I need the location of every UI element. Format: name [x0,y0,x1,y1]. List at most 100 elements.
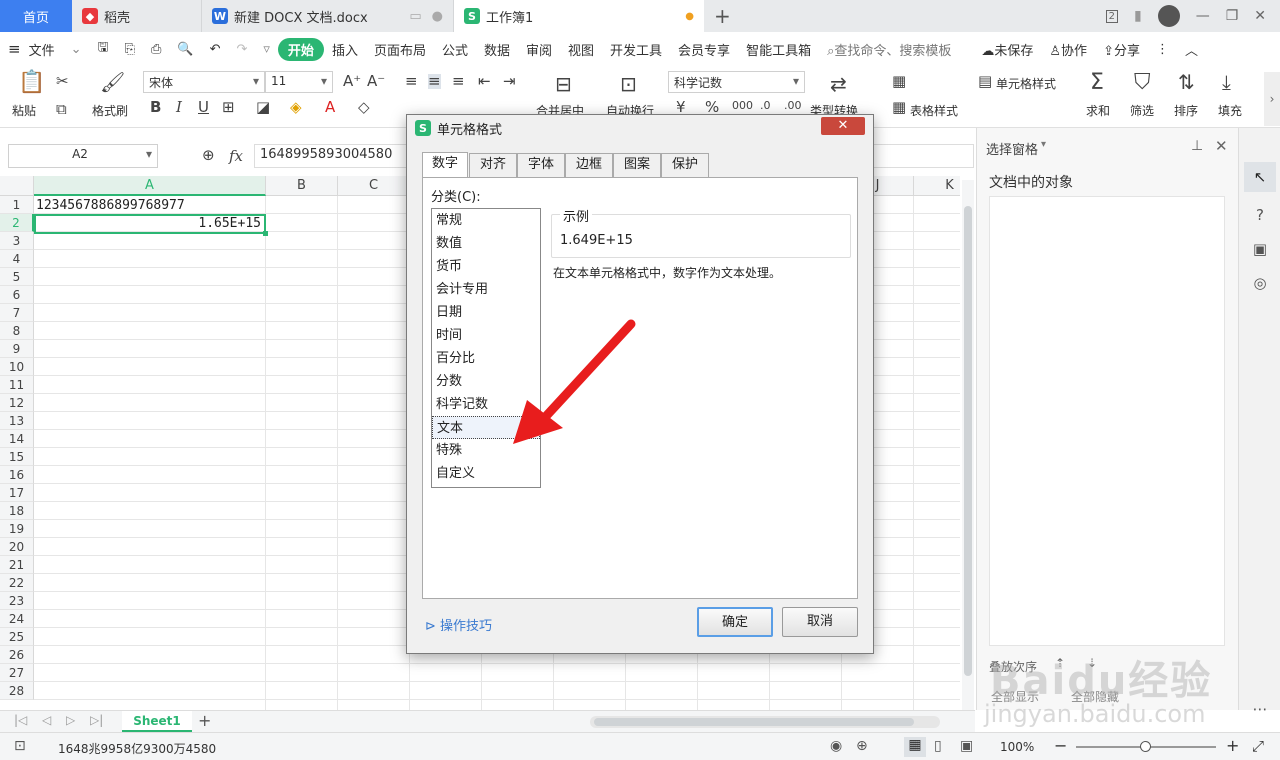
paste-icon[interactable]: 📋 [18,72,45,94]
column-header-a[interactable]: A [34,176,266,196]
redo-icon[interactable]: ↷ [228,42,255,57]
page-break-view-icon[interactable]: ▣ [960,738,973,754]
column-header-k[interactable]: K [914,176,960,196]
row-header-21[interactable]: 21 [0,556,34,574]
cond-format-icon[interactable]: ▦ [892,74,906,89]
objects-list[interactable] [989,196,1225,646]
location-icon[interactable]: ◎ [1244,268,1276,298]
indent-increase-icon[interactable]: ⇥ [503,74,516,89]
more-icon[interactable]: ⋯ [1244,700,1276,720]
category-item[interactable]: 自定义 [432,462,540,485]
category-item[interactable]: 会计专用 [432,278,540,301]
tab-home[interactable]: 首页 [0,0,72,32]
zoom-slider-thumb[interactable] [1140,741,1151,752]
category-item[interactable]: 数值 [432,232,540,255]
row-header-7[interactable]: 7 [0,304,34,322]
row-header-25[interactable]: 25 [0,628,34,646]
row-header-17[interactable]: 17 [0,484,34,502]
pane-title[interactable]: 选择窗格 [986,139,1038,158]
row-header-26[interactable]: 26 [0,646,34,664]
hamburger-icon[interactable]: ≡ [0,40,29,58]
tab-protection[interactable]: 保护 [661,153,709,177]
menu-view[interactable]: 视图 [560,40,602,59]
zoom-in-icon[interactable]: + [1226,736,1239,755]
menu-page-layout[interactable]: 页面布局 [366,40,434,59]
column-header-b[interactable]: B [266,176,338,196]
chevron-down-icon[interactable]: ⌄ [63,42,90,57]
font-color-icon[interactable]: A [325,100,335,115]
table-style-button[interactable]: 表格样式 [910,102,958,119]
horizontal-scrollbar[interactable] [590,716,940,728]
menu-insert[interactable]: 插入 [324,40,366,59]
tab-font[interactable]: 字体 [517,153,565,177]
prev-sheet-icon[interactable]: ◁ [42,713,51,727]
fill-color-icon[interactable]: ◈ [290,100,302,115]
minimize-icon[interactable]: — [1196,8,1210,24]
fill-button[interactable]: 填充 [1218,102,1242,119]
cell-style-icon[interactable]: ▤ [978,74,992,89]
share-button[interactable]: ⇪分享 [1095,40,1148,59]
filter-button[interactable]: 筛选 [1130,102,1154,119]
first-sheet-icon[interactable]: |◁ [14,713,27,727]
increase-font-icon[interactable]: A⁺ [343,74,361,89]
row-header-2[interactable]: 2 [0,214,34,232]
menu-dev-tools[interactable]: 开发工具 [602,40,670,59]
eye-protect-icon[interactable]: ◉ [830,738,842,754]
convert-icon[interactable]: ⇄ [830,74,847,94]
page-layout-view-icon[interactable]: ▯ [934,738,942,754]
row-header-24[interactable]: 24 [0,610,34,628]
fullscreen-icon[interactable]: ⤢ [1252,737,1264,755]
dialog-close-button[interactable]: ✕ [821,117,865,135]
fill-effect-icon[interactable]: ◪ [256,100,270,115]
font-size-select[interactable]: 11 ▾ [265,71,333,93]
quick-access-more-icon[interactable]: ▿ [255,42,278,57]
tab-docx[interactable]: W 新建 DOCX 文档.docx ▭ ● [202,0,454,32]
zoom-out-icon[interactable]: − [1054,736,1067,755]
cell-a1[interactable]: 1234567886899768977 [34,196,266,215]
row-header-9[interactable]: 9 [0,340,34,358]
last-sheet-icon[interactable]: ▷| [90,713,103,727]
percent-icon[interactable]: % [705,100,719,115]
wrap-icon[interactable]: ⊡ [620,74,637,94]
restore-icon[interactable]: ❐ [1226,8,1239,24]
category-item[interactable]: 货币 [432,255,540,278]
row-header-18[interactable]: 18 [0,502,34,520]
cell-a2[interactable]: 1.65E+15 [34,214,266,234]
pin-icon[interactable]: ⊥ [1191,138,1203,154]
row-header-1[interactable]: 1 [0,196,34,214]
name-box[interactable]: A2 ▾ [8,144,158,168]
fill-handle[interactable] [263,231,268,236]
align-top-icon[interactable]: ≡ [405,74,418,89]
bold-icon[interactable]: B [150,100,161,115]
filter-icon[interactable]: ⛉ [1134,72,1151,94]
window-count-icon[interactable]: 2 [1105,9,1118,23]
align-bottom-icon[interactable]: ≡ [452,74,465,89]
horizontal-scrollbar-thumb[interactable] [594,718,914,726]
row-header-6[interactable]: 6 [0,286,34,304]
menu-smart-toolbox[interactable]: 智能工具箱 [738,40,819,59]
export-icon[interactable]: ⎘ [117,42,143,57]
number-format-select[interactable]: 科学记数 ▾ [668,71,805,93]
format-painter-button[interactable]: 格式刷 [92,102,128,119]
copy-icon[interactable]: ⧉ [56,102,67,117]
italic-icon[interactable]: I [176,100,182,115]
menu-formula[interactable]: 公式 [434,40,476,59]
unsaved-button[interactable]: ☁未保存 [973,40,1041,59]
category-item[interactable]: 常规 [432,209,540,232]
collapse-ribbon-icon[interactable]: ︿ [1177,40,1206,59]
clear-icon[interactable]: ◇ [358,100,370,115]
command-search[interactable]: ⌕查找命令、搜索模板 [819,40,959,59]
new-tab-plus-icon[interactable]: + [704,0,741,32]
sheet-tab-sheet1[interactable]: Sheet1 [122,711,192,732]
row-header-22[interactable]: 22 [0,574,34,592]
print-icon[interactable]: ⎙ [143,42,169,57]
paste-button[interactable]: 粘贴 [12,102,36,119]
vertical-scrollbar-track[interactable] [962,180,974,710]
row-header-4[interactable]: 4 [0,250,34,268]
row-header-15[interactable]: 15 [0,448,34,466]
sort-button[interactable]: 排序 [1174,102,1198,119]
tab-daoke[interactable]: ◆ 稻壳 [72,0,202,32]
row-header-14[interactable]: 14 [0,430,34,448]
macro-icon[interactable]: ⊡ [14,738,26,754]
row-header-20[interactable]: 20 [0,538,34,556]
